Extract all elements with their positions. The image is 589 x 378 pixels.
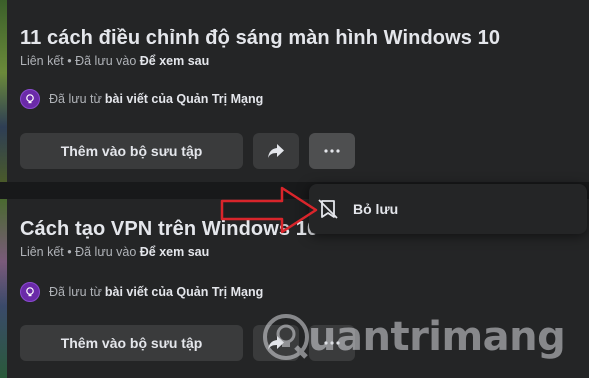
collection-link[interactable]: Để xem sau [140,245,209,259]
add-to-collection-button[interactable]: Thêm vào bộ sưu tập [20,133,243,169]
watermark-text: uantrimang [308,314,566,360]
thumbnail[interactable] [0,0,7,182]
share-button[interactable] [253,133,299,169]
source-prefix: Đã lưu từ [49,285,102,299]
avatar[interactable] [20,282,40,302]
meta-prefix: Liên kết • Đã lưu vào [20,54,140,68]
watermark-logo: uantrimang [262,313,566,361]
thumbnail[interactable] [0,199,7,378]
options-menu: Bỏ lưu [309,184,587,234]
collection-link[interactable]: Để xem sau [140,54,209,68]
saved-item-card: 11 cách điều chỉnh độ sáng màn hình Wind… [0,0,589,182]
more-dots-icon [324,149,340,153]
source-link[interactable]: bài viết của Quản Trị Mạng [105,285,263,299]
unsave-label: Bỏ lưu [353,201,399,217]
lightbulb-icon [26,94,34,104]
watermark-lightbulb-icon [263,314,309,360]
avatar[interactable] [20,89,40,109]
saved-item-meta: Liên kết • Đã lưu vào Để xem sau [20,54,209,68]
unsave-bookmark-icon [318,199,338,219]
red-arrow-annotation [220,186,318,234]
add-to-collection-button[interactable]: Thêm vào bộ sưu tập [20,325,243,361]
share-arrow-icon [268,144,284,158]
unsave-menu-item[interactable]: Bỏ lưu [317,192,579,226]
saved-source: Đã lưu từ bài viết của Quản Trị Mạng [20,282,263,302]
saved-item-meta: Liên kết • Đã lưu vào Để xem sau [20,245,209,259]
saved-item-title[interactable]: 11 cách điều chỉnh độ sáng màn hình Wind… [20,27,500,50]
source-prefix: Đã lưu từ [49,92,102,106]
meta-prefix: Liên kết • Đã lưu vào [20,245,140,259]
source-link[interactable]: bài viết của Quản Trị Mạng [105,92,263,106]
saved-source: Đã lưu từ bài viết của Quản Trị Mạng [20,89,263,109]
lightbulb-icon [26,287,34,297]
more-options-button[interactable] [309,133,355,169]
